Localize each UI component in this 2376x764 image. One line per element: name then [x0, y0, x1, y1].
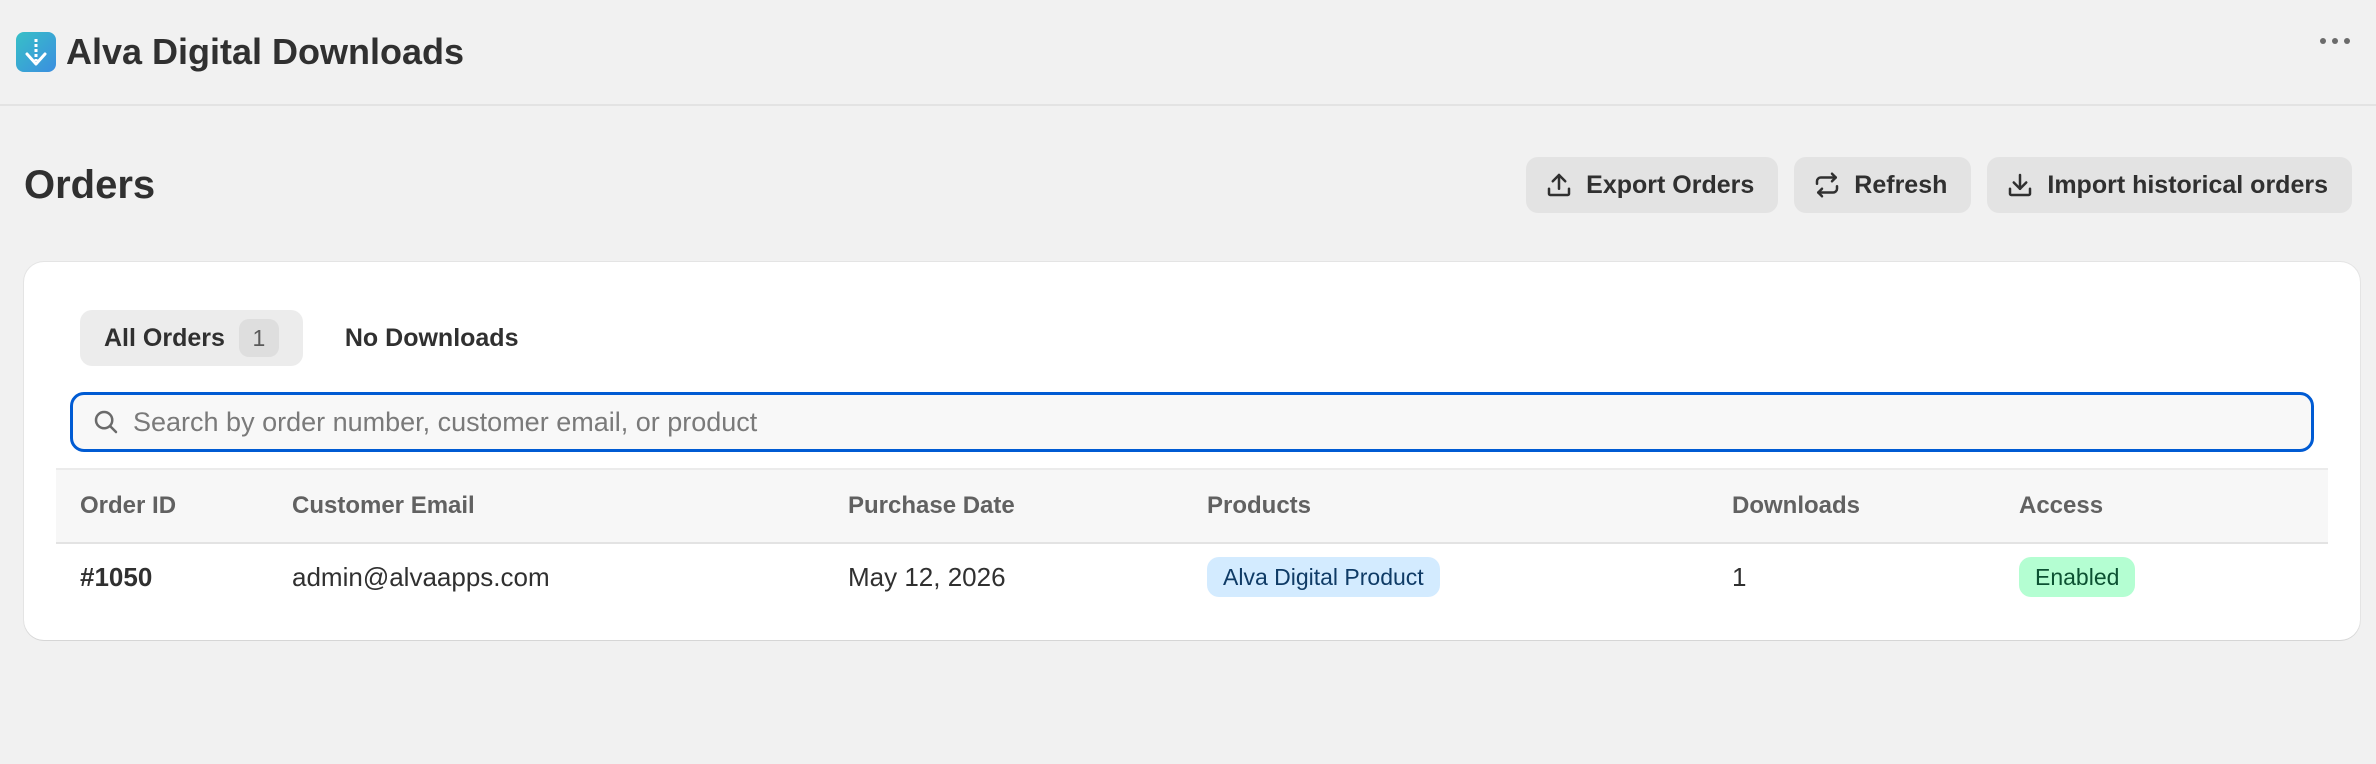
refresh-label: Refresh	[1854, 170, 1948, 199]
export-orders-label: Export Orders	[1586, 170, 1755, 199]
app-title: Alva Digital Downloads	[66, 31, 465, 72]
search-input[interactable]	[131, 405, 2293, 439]
products-cell: Alva Digital Product	[1207, 543, 1732, 610]
access-cell: Enabled	[2019, 543, 2328, 610]
purchase-date-cell: May 12, 2026	[848, 561, 1006, 592]
column-header-order-id[interactable]: Order ID	[56, 468, 292, 544]
search-field[interactable]	[70, 392, 2314, 452]
page-header: Orders Export Orders Refresh Import hist…	[24, 150, 2352, 220]
orders-table: Order ID Customer Email Purchase Date Pr…	[56, 468, 2328, 610]
search-icon	[94, 410, 118, 434]
page-actions: Export Orders Refresh Import historical …	[1526, 157, 2352, 213]
table-header-row: Order ID Customer Email Purchase Date Pr…	[56, 468, 2328, 544]
upload-icon	[1547, 173, 1571, 197]
tab-no-downloads-label: No Downloads	[344, 323, 519, 352]
tab-all-orders[interactable]: All Orders 1	[80, 310, 303, 366]
order-tabs: All Orders 1 No Downloads	[80, 310, 542, 366]
access-status-badge: Enabled	[2019, 557, 2136, 597]
downloads-cell: 1	[1732, 561, 1747, 592]
refresh-button[interactable]: Refresh	[1794, 157, 1972, 213]
order-id-cell[interactable]: #1050	[56, 543, 292, 610]
table-row[interactable]: #1050 admin@alvaapps.com May 12, 2026 Al…	[56, 543, 2328, 610]
orders-card: All Orders 1 No Downloads Order ID Custo…	[24, 262, 2360, 640]
tab-all-orders-label: All Orders	[104, 323, 225, 352]
column-header-access[interactable]: Access	[2019, 468, 2328, 544]
app-header: Alva Digital Downloads	[0, 0, 2376, 106]
import-historical-orders-button[interactable]: Import historical orders	[1987, 157, 2352, 213]
export-orders-button[interactable]: Export Orders	[1526, 157, 1779, 213]
import-historical-orders-label: Import historical orders	[2047, 170, 2328, 199]
tab-no-downloads[interactable]: No Downloads	[321, 310, 543, 366]
tab-count-badge: 1	[238, 319, 279, 357]
download-arrow-icon	[16, 32, 56, 72]
page-title: Orders	[24, 162, 156, 207]
column-header-products[interactable]: Products	[1207, 468, 1732, 544]
column-header-purchase-date[interactable]: Purchase Date	[848, 468, 1207, 544]
refresh-icon	[1816, 172, 1839, 198]
column-header-downloads[interactable]: Downloads	[1732, 468, 2019, 544]
column-header-customer-email[interactable]: Customer Email	[292, 468, 848, 544]
more-options-icon[interactable]	[2320, 38, 2350, 44]
customer-email-cell: admin@alvaapps.com	[292, 561, 550, 592]
download-icon	[2009, 173, 2032, 197]
product-badge: Alva Digital Product	[1207, 557, 1440, 597]
